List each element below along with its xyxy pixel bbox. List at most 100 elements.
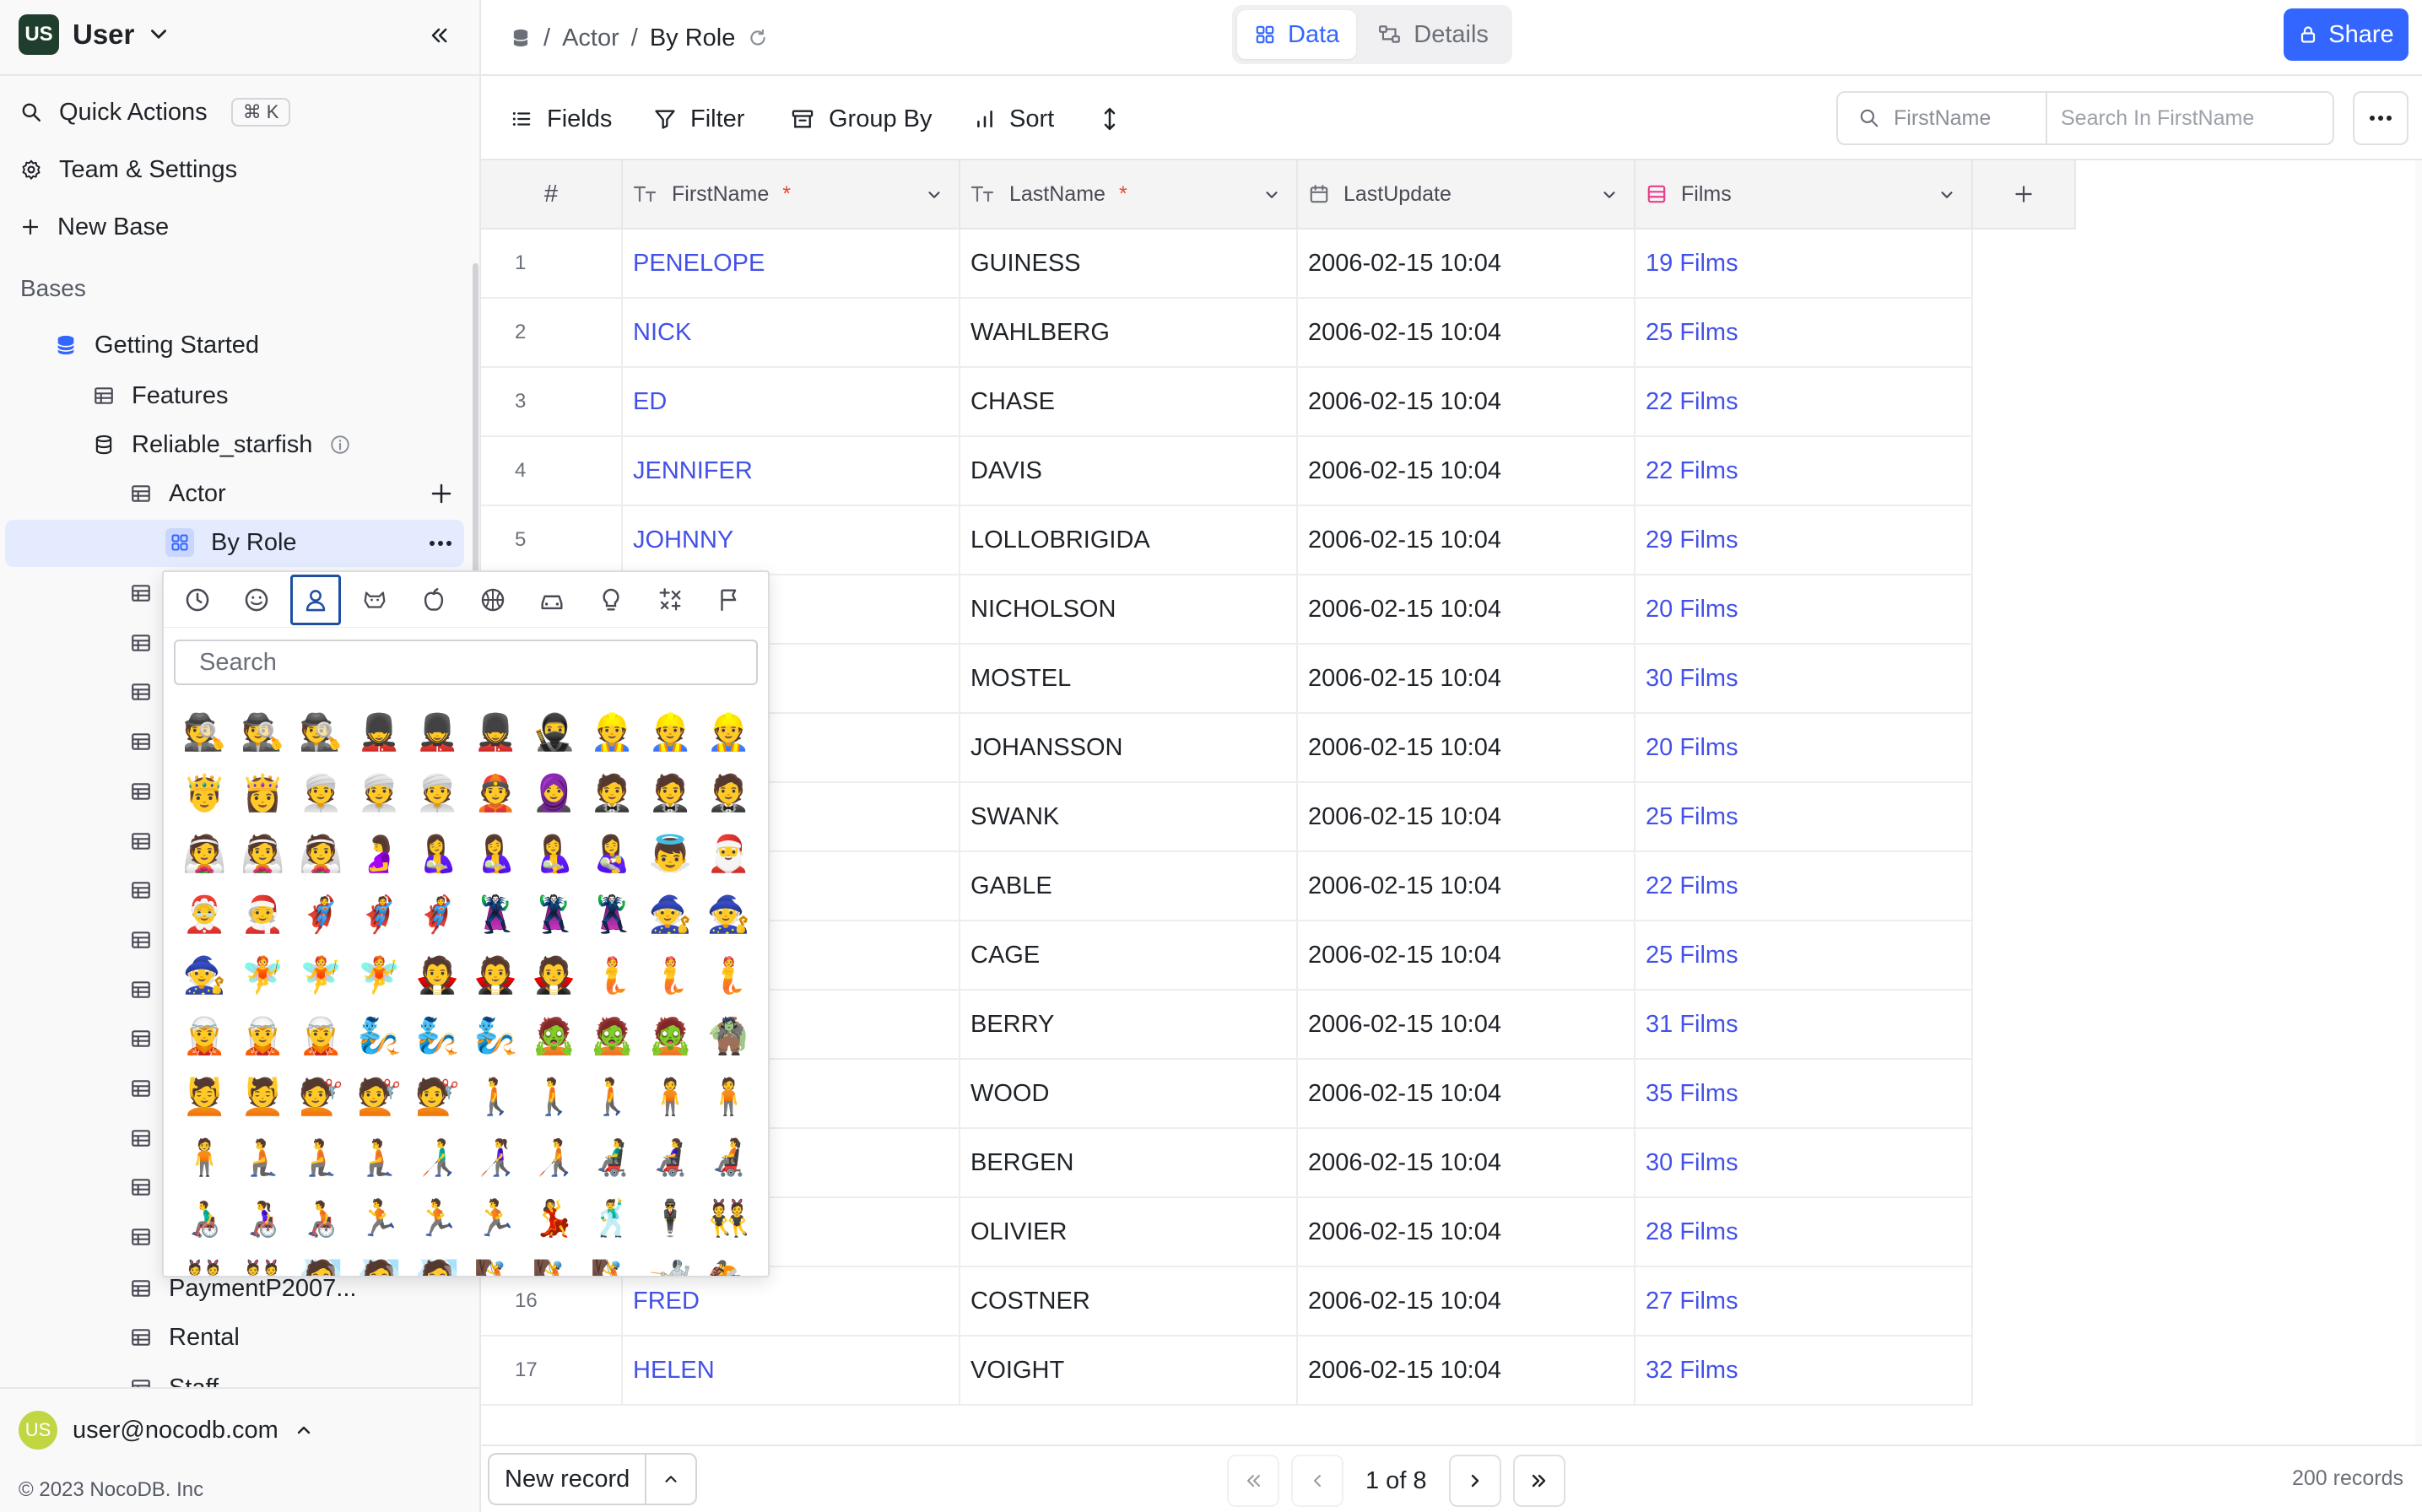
emoji-item[interactable]: 🦸: [350, 884, 408, 945]
view-options-button[interactable]: [427, 532, 454, 555]
cell-films[interactable]: 30 Films: [1635, 645, 1973, 712]
cell-films[interactable]: 29 Films: [1635, 506, 1973, 574]
emoji-category-food[interactable]: [408, 575, 459, 625]
emoji-item[interactable]: 🤱: [408, 824, 467, 884]
cell-lastupdate[interactable]: 2006-02-15 10:04: [1298, 1267, 1635, 1335]
emoji-item[interactable]: 🧑‍🦽: [292, 1188, 350, 1249]
emoji-item[interactable]: 👨‍🦽: [176, 1188, 234, 1249]
cell-films[interactable]: 25 Films: [1635, 783, 1973, 850]
more-options-button[interactable]: [2353, 91, 2408, 145]
emoji-item[interactable]: 🧜: [700, 945, 758, 1006]
emoji-item[interactable]: 🤱: [525, 824, 583, 884]
emoji-item[interactable]: 🧖: [350, 1249, 408, 1276]
emoji-item[interactable]: 👷: [583, 702, 641, 763]
emoji-item[interactable]: 🧚: [234, 945, 292, 1006]
emoji-item[interactable]: 👰: [234, 824, 292, 884]
breadcrumb-table[interactable]: Actor: [562, 24, 619, 52]
emoji-item[interactable]: 🕵️: [234, 702, 292, 763]
cell-films[interactable]: 27 Films: [1635, 1267, 1973, 1335]
emoji-item[interactable]: 🧍: [176, 1127, 234, 1188]
base-reliable-starfish[interactable]: Reliable_starfish: [93, 422, 351, 467]
prev-page-button[interactable]: [1291, 1455, 1343, 1507]
emoji-item[interactable]: 🧑‍🦯: [525, 1127, 583, 1188]
cell-films[interactable]: 19 Films: [1635, 230, 1973, 297]
emoji-item[interactable]: 🧟: [525, 1006, 583, 1066]
emoji-item[interactable]: 🧚: [292, 945, 350, 1006]
emoji-item[interactable]: 👩‍🍼: [583, 824, 641, 884]
emoji-item[interactable]: 👩‍🦼: [641, 1127, 700, 1188]
emoji-item[interactable]: 🧍: [641, 1066, 700, 1127]
emoji-item[interactable]: 🧎: [292, 1127, 350, 1188]
table-row[interactable]: 17 HELEN VOIGHT 2006-02-15 10:04 32 Films: [481, 1336, 1973, 1406]
emoji-item[interactable]: 🧍: [700, 1066, 758, 1127]
emoji-item[interactable]: 💇: [350, 1066, 408, 1127]
emoji-item[interactable]: 🤱: [467, 824, 525, 884]
cell-lastupdate[interactable]: 2006-02-15 10:04: [1298, 1198, 1635, 1266]
table-features[interactable]: Features: [93, 373, 228, 418]
table-icon[interactable]: [130, 681, 152, 703]
cell-lastname[interactable]: WAHLBERG: [960, 299, 1298, 366]
emoji-item[interactable]: 🧜: [583, 945, 641, 1006]
cell-films[interactable]: 28 Films: [1635, 1198, 1973, 1266]
cell-lastname[interactable]: SWANK: [960, 783, 1298, 850]
row-number[interactable]: 4: [481, 437, 623, 505]
emoji-item[interactable]: 👳: [292, 763, 350, 824]
cell-lastname[interactable]: JOHANSSON: [960, 714, 1298, 781]
cell-firstname[interactable]: ED: [623, 368, 960, 435]
emoji-item[interactable]: 🧝: [292, 1006, 350, 1066]
emoji-category-people[interactable]: [290, 574, 341, 625]
emoji-item[interactable]: 💂: [467, 702, 525, 763]
cell-lastname[interactable]: GUINESS: [960, 230, 1298, 297]
cell-lastupdate[interactable]: 2006-02-15 10:04: [1298, 437, 1635, 505]
emoji-item[interactable]: 👰: [292, 824, 350, 884]
workspace-switcher[interactable]: US User: [19, 14, 170, 56]
view-by-role[interactable]: By Role: [165, 520, 297, 565]
cell-films[interactable]: 22 Films: [1635, 437, 1973, 505]
emoji-item[interactable]: 👯: [700, 1188, 758, 1249]
table-icon[interactable]: [130, 582, 152, 604]
emoji-item[interactable]: 🧎: [234, 1127, 292, 1188]
emoji-item[interactable]: 🧎: [350, 1127, 408, 1188]
header-lastupdate[interactable]: LastUpdate: [1298, 160, 1635, 228]
cell-lastupdate[interactable]: 2006-02-15 10:04: [1298, 1336, 1635, 1404]
cell-lastname[interactable]: LOLLOBRIGIDA: [960, 506, 1298, 574]
collapse-sidebar-button[interactable]: [422, 19, 456, 52]
emoji-item[interactable]: 🧌: [700, 1006, 758, 1066]
emoji-item[interactable]: 🧚: [350, 945, 408, 1006]
tab-data[interactable]: Data: [1237, 10, 1357, 59]
chevron-down-icon[interactable]: [1600, 186, 1619, 204]
new-base-button[interactable]: New Base: [20, 206, 169, 248]
emoji-item[interactable]: 🧙: [176, 945, 234, 1006]
emoji-item[interactable]: 👸: [234, 763, 292, 824]
cell-lastupdate[interactable]: 2006-02-15 10:04: [1298, 1129, 1635, 1196]
cell-lastupdate[interactable]: 2006-02-15 10:04: [1298, 506, 1635, 574]
table-rental[interactable]: Rental: [130, 1315, 240, 1360]
search-input[interactable]: [2047, 93, 2333, 143]
emoji-item[interactable]: 👳: [350, 763, 408, 824]
row-height-button[interactable]: [1100, 98, 1119, 140]
emoji-item[interactable]: 🧟: [583, 1006, 641, 1066]
emoji-item[interactable]: 🤵: [700, 763, 758, 824]
table-icon[interactable]: [130, 929, 152, 951]
emoji-item[interactable]: 🧖: [292, 1249, 350, 1276]
emoji-category-animals[interactable]: [349, 575, 400, 625]
fields-button[interactable]: Fields: [510, 98, 612, 140]
emoji-item[interactable]: 🧛: [525, 945, 583, 1006]
emoji-item[interactable]: 🎅: [700, 824, 758, 884]
emoji-item[interactable]: 🧟: [641, 1006, 700, 1066]
cell-lastname[interactable]: DAVIS: [960, 437, 1298, 505]
new-record-menu-button[interactable]: [646, 1455, 695, 1504]
cell-films[interactable]: 32 Films: [1635, 1336, 1973, 1404]
cell-films[interactable]: 31 Films: [1635, 991, 1973, 1058]
table-row[interactable]: 3 ED CHASE 2006-02-15 10:04 22 Films: [481, 368, 1973, 437]
cell-firstname[interactable]: JOHNNY: [623, 506, 960, 574]
emoji-item[interactable]: 🧝: [176, 1006, 234, 1066]
emoji-item[interactable]: 🧗: [467, 1249, 525, 1276]
emoji-item[interactable]: 👨‍🦼: [583, 1127, 641, 1188]
table-icon[interactable]: [130, 1077, 152, 1099]
table-row[interactable]: 5 JOHNNY LOLLOBRIGIDA 2006-02-15 10:04 29 Fi…: [481, 506, 1973, 575]
sort-button[interactable]: Sort: [974, 98, 1054, 140]
chevron-down-icon[interactable]: [1262, 186, 1281, 204]
cell-lastname[interactable]: BERRY: [960, 991, 1298, 1058]
emoji-item[interactable]: 💃: [525, 1188, 583, 1249]
